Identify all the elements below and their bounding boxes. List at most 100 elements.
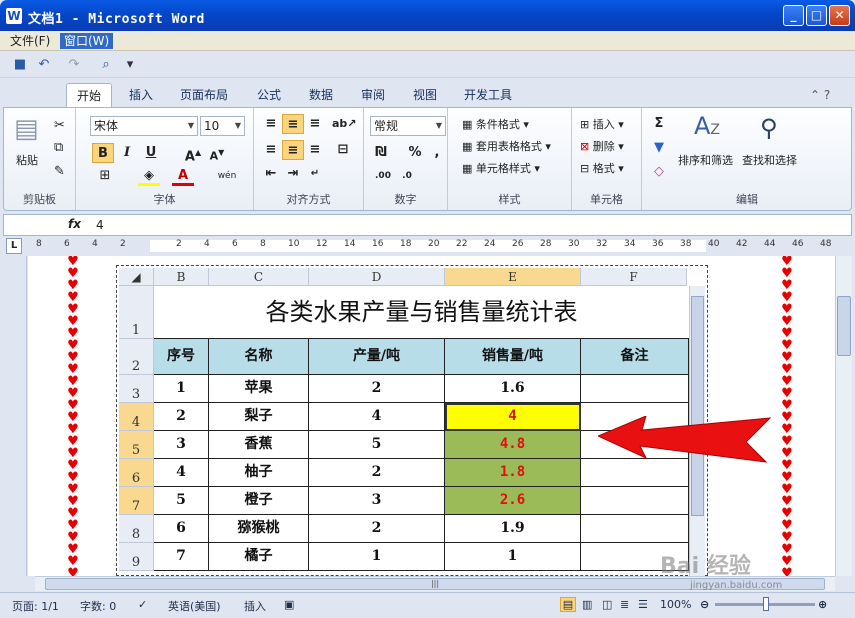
print-layout-icon[interactable]: ▤ bbox=[560, 597, 576, 612]
select-all-corner[interactable]: ◢ bbox=[119, 268, 154, 286]
decrease-decimal-icon[interactable]: .0 bbox=[396, 166, 418, 186]
align-bottom-icon[interactable]: ≡ bbox=[304, 114, 326, 134]
formula-input[interactable]: 4 bbox=[96, 218, 104, 232]
increase-decimal-icon[interactable]: .00 bbox=[372, 166, 394, 186]
tab-page-layout[interactable]: 页面布局 bbox=[180, 86, 228, 103]
grow-font-button[interactable]: A▲ bbox=[182, 143, 204, 164]
table-cell[interactable]: 4 bbox=[309, 403, 445, 431]
table-cell[interactable]: 橘子 bbox=[209, 543, 309, 571]
col-header-B[interactable]: B bbox=[154, 268, 209, 286]
header-cell-notes[interactable]: 备注 bbox=[581, 339, 689, 375]
font-color-icon[interactable]: A bbox=[172, 166, 194, 186]
save-icon[interactable]: ■ bbox=[12, 57, 28, 73]
outline-icon[interactable]: ≣ bbox=[620, 598, 629, 611]
align-middle-icon[interactable]: ≡ bbox=[282, 114, 304, 134]
header-cell-sales[interactable]: 销售量/吨 bbox=[445, 339, 581, 375]
table-cell[interactable]: 4.8 bbox=[445, 431, 581, 459]
percent-icon[interactable]: % bbox=[404, 143, 426, 163]
borders-icon[interactable]: ⊞ bbox=[94, 166, 116, 186]
tab-data[interactable]: 数据 bbox=[309, 86, 333, 103]
dropdown-arrow-icon[interactable]: ▼ bbox=[433, 117, 445, 135]
paste-icon[interactable]: ▤ bbox=[14, 114, 39, 144]
tab-home[interactable]: 开始 bbox=[66, 83, 112, 109]
font-size-box[interactable]: 10 ▼ bbox=[200, 116, 245, 136]
table-cell[interactable]: 4 bbox=[154, 459, 209, 487]
table-cell[interactable]: 4 bbox=[445, 403, 581, 431]
wrap-text-icon[interactable]: ↵ bbox=[304, 164, 326, 184]
table-cell[interactable]: 5 bbox=[154, 487, 209, 515]
redo-icon[interactable]: ↷ bbox=[66, 57, 82, 73]
orientation-icon[interactable]: ab↗ bbox=[332, 114, 357, 134]
vertical-scroll-thumb[interactable] bbox=[837, 296, 851, 356]
fx-icon[interactable]: fx bbox=[68, 217, 81, 231]
header-cell-name[interactable]: 名称 bbox=[209, 339, 309, 375]
bold-button[interactable]: B bbox=[92, 143, 114, 163]
align-top-icon[interactable]: ≡ bbox=[260, 114, 282, 134]
table-cell[interactable]: 香蕉 bbox=[209, 431, 309, 459]
merge-icon[interactable]: ⊟ bbox=[332, 140, 354, 160]
table-cell[interactable]: 6 bbox=[154, 515, 209, 543]
print-preview-icon[interactable]: ⌕ bbox=[98, 57, 114, 73]
dropdown-arrow-icon[interactable]: ▼ bbox=[185, 117, 197, 135]
document-area[interactable]: ♥ ♥ ♥ ♥ ♥ ♥ ♥ ♥ ♥ ♥ ♥ ♥ ♥ ♥ ♥ ♥ ♥ ♥ ♥ ♥ ♥ ♥ ♥ ♥ ♥ ♥ ♥ ♥ ♥ ♥ ♥ ♥ ♥ ♥ ♥ ♥ ♥ ♥ ♥… bbox=[28, 256, 835, 576]
minimize-button[interactable]: _ bbox=[783, 5, 804, 26]
full-screen-icon[interactable]: ▥ bbox=[582, 598, 592, 611]
copy-icon[interactable]: ⧉ bbox=[54, 140, 63, 155]
table-cell[interactable]: 梨子 bbox=[209, 403, 309, 431]
col-header-E[interactable]: E bbox=[445, 268, 581, 286]
dropdown-arrow-icon[interactable]: ▼ bbox=[232, 117, 244, 135]
row-header-5[interactable]: 5 bbox=[119, 431, 154, 459]
spelling-icon[interactable]: ✓ bbox=[138, 598, 147, 611]
fill-icon[interactable]: ▼ bbox=[648, 138, 670, 158]
table-cell[interactable]: 2.6 bbox=[445, 487, 581, 515]
row-header-2[interactable]: 2 bbox=[119, 339, 154, 375]
row-header-8[interactable]: 8 bbox=[119, 515, 154, 543]
table-cell[interactable]: 柚子 bbox=[209, 459, 309, 487]
italic-button[interactable]: I bbox=[116, 143, 138, 163]
paste-button[interactable]: 粘贴 bbox=[16, 152, 38, 168]
table-cell[interactable]: 2 bbox=[309, 459, 445, 487]
font-name-box[interactable]: 宋体 ▼ bbox=[90, 116, 198, 136]
decrease-indent-icon[interactable]: ⇤ bbox=[260, 164, 282, 184]
table-cell[interactable]: 1 bbox=[445, 543, 581, 571]
tab-review[interactable]: 审阅 bbox=[361, 86, 385, 103]
row-header-3[interactable]: 3 bbox=[119, 375, 154, 403]
find-select-button[interactable]: 查找和选择 bbox=[742, 152, 797, 168]
align-center-icon[interactable]: ≡ bbox=[282, 140, 304, 160]
table-cell[interactable]: 5 bbox=[309, 431, 445, 459]
table-cell[interactable] bbox=[581, 515, 689, 543]
table-cell[interactable]: 3 bbox=[154, 431, 209, 459]
table-cell[interactable]: 7 bbox=[154, 543, 209, 571]
row-header-4[interactable]: 4 bbox=[119, 403, 154, 431]
table-cell[interactable]: 苹果 bbox=[209, 375, 309, 403]
col-header-D[interactable]: D bbox=[309, 268, 445, 286]
web-layout-icon[interactable]: ◫ bbox=[602, 598, 612, 611]
table-cell[interactable]: 1.6 bbox=[445, 375, 581, 403]
cut-icon[interactable]: ✂ bbox=[54, 118, 65, 133]
cell-style-button[interactable]: ▦ 单元格样式 ▾ bbox=[462, 160, 540, 176]
header-cell-output[interactable]: 产量/吨 bbox=[309, 339, 445, 375]
align-right-icon[interactable]: ≡ bbox=[304, 140, 326, 160]
col-header-F[interactable]: F bbox=[581, 268, 687, 286]
table-cell[interactable]: 1.9 bbox=[445, 515, 581, 543]
autosum-icon[interactable]: Σ bbox=[648, 114, 670, 134]
zoom-out-icon[interactable]: ⊖ bbox=[700, 598, 709, 611]
table-cell[interactable]: 3 bbox=[309, 487, 445, 515]
format-painter-icon[interactable]: ✎ bbox=[54, 164, 65, 179]
table-cell[interactable]: 1 bbox=[309, 543, 445, 571]
tab-view[interactable]: 视图 bbox=[413, 86, 437, 103]
tab-insert[interactable]: 插入 bbox=[129, 86, 153, 103]
underline-button[interactable]: U bbox=[140, 143, 162, 163]
clear-icon[interactable]: ◇ bbox=[648, 162, 670, 182]
table-cell[interactable]: 2 bbox=[309, 515, 445, 543]
close-button[interactable]: ✕ bbox=[829, 5, 850, 26]
insert-cells-button[interactable]: ⊞ 插入 ▾ bbox=[580, 116, 624, 132]
table-cell[interactable]: 橙子 bbox=[209, 487, 309, 515]
shrink-font-button[interactable]: A▼ bbox=[206, 143, 228, 163]
table-format-button[interactable]: ▦ 套用表格格式 ▾ bbox=[462, 138, 551, 154]
number-format-box[interactable]: 常规 ▼ bbox=[370, 116, 446, 136]
table-cell[interactable]: 猕猴桃 bbox=[209, 515, 309, 543]
table-cell[interactable]: 1.8 bbox=[445, 459, 581, 487]
help-icon[interactable]: ⌃ ? bbox=[810, 88, 830, 102]
zoom-slider-knob[interactable] bbox=[763, 597, 769, 611]
